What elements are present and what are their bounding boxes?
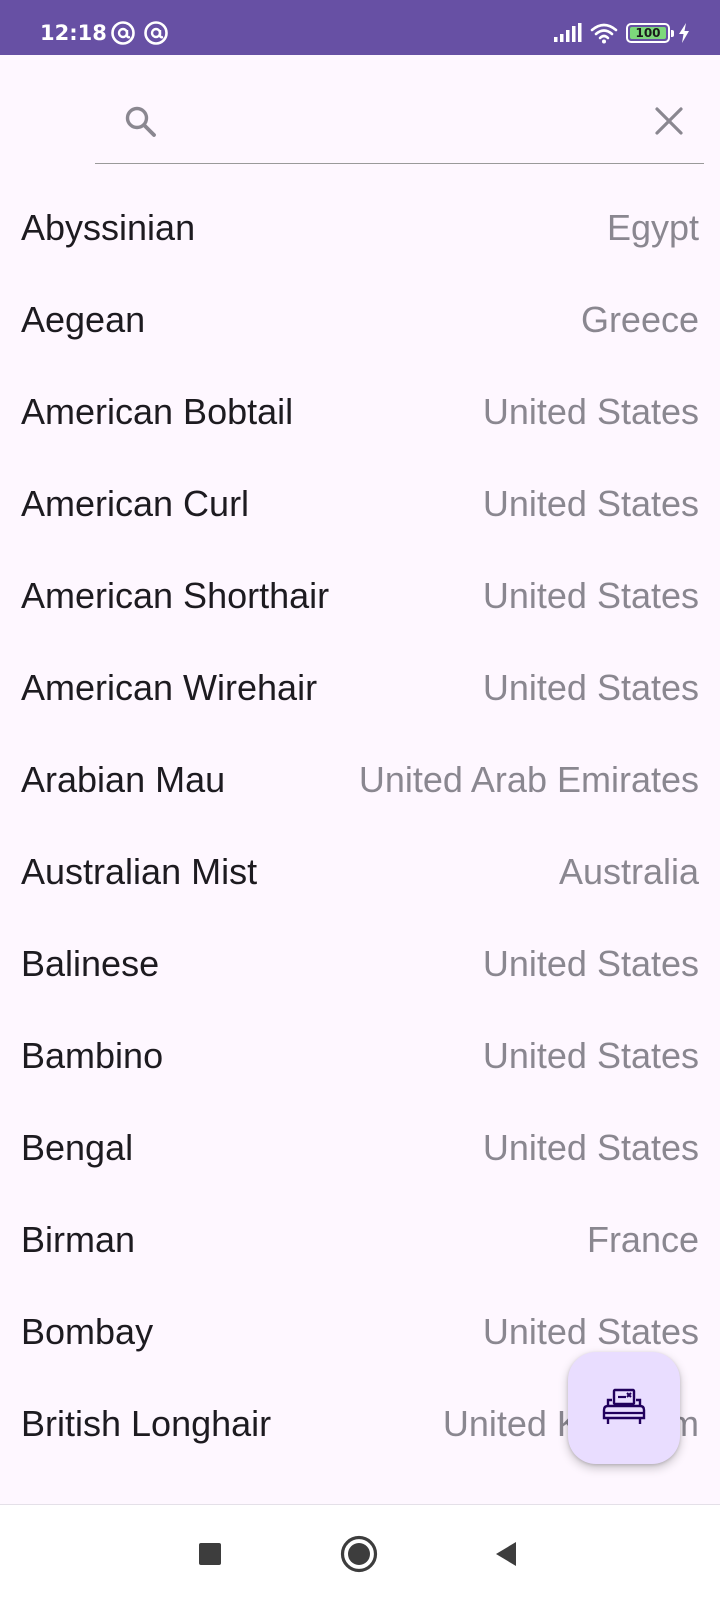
breed-name: British Longhair bbox=[21, 1403, 272, 1444]
signal-icon bbox=[554, 23, 582, 42]
breed-origin: United States bbox=[482, 667, 699, 708]
search-input[interactable] bbox=[175, 96, 619, 146]
battery-icon: 100 bbox=[626, 23, 674, 43]
breed-origin: United States bbox=[482, 1311, 699, 1352]
breed-name: American Curl bbox=[21, 483, 250, 524]
close-icon bbox=[655, 107, 683, 135]
breed-list: Abyssinian Egypt Aegean Greece American … bbox=[0, 186, 720, 1474]
at-sign-circle-icon bbox=[111, 21, 135, 45]
list-item[interactable]: Abyssinian Egypt bbox=[0, 186, 720, 278]
list-item[interactable]: American Shorthair United States bbox=[0, 554, 720, 646]
list-item[interactable]: American Bobtail United States bbox=[0, 370, 720, 462]
navigation-bar bbox=[0, 1504, 720, 1600]
list-item[interactable]: Bengal United States bbox=[0, 1106, 720, 1198]
breed-origin: United Arab Emirates bbox=[358, 759, 699, 800]
breed-origin: United States bbox=[482, 575, 699, 616]
list-item[interactable]: Birman France bbox=[0, 1198, 720, 1290]
breed-origin: France bbox=[586, 1219, 699, 1260]
status-icons: 100 bbox=[554, 20, 690, 46]
list-item[interactable]: Balinese United States bbox=[0, 922, 720, 1014]
recents-button[interactable] bbox=[199, 1543, 221, 1565]
breed-name: Bambino bbox=[21, 1035, 164, 1076]
breed-name: American Wirehair bbox=[21, 667, 318, 708]
battery-level: 100 bbox=[635, 26, 661, 40]
breed-name: Arabian Mau bbox=[21, 759, 226, 800]
breed-name: Aegean bbox=[21, 299, 146, 340]
list-item[interactable]: Australian Mist Australia bbox=[0, 830, 720, 922]
breed-origin: Australia bbox=[558, 851, 699, 892]
fab-button[interactable] bbox=[568, 1352, 680, 1464]
back-button[interactable] bbox=[494, 1541, 518, 1567]
breed-origin: United States bbox=[482, 483, 699, 524]
breed-name: Abyssinian bbox=[21, 207, 196, 248]
sofa-edit-icon bbox=[602, 1388, 646, 1424]
breed-name: Bengal bbox=[21, 1127, 134, 1168]
breed-name: Australian Mist bbox=[21, 851, 258, 892]
breed-origin: Egypt bbox=[606, 207, 699, 248]
charging-bolt-icon bbox=[679, 23, 689, 43]
breed-name: Birman bbox=[21, 1219, 136, 1260]
search-bar bbox=[95, 72, 704, 164]
list-item[interactable]: American Curl United States bbox=[0, 462, 720, 554]
breed-name: Balinese bbox=[21, 943, 160, 984]
breed-name: American Shorthair bbox=[21, 575, 330, 616]
breed-origin: United States bbox=[482, 943, 699, 984]
clear-search-button[interactable] bbox=[644, 96, 694, 146]
breed-origin: United States bbox=[482, 1035, 699, 1076]
at-sign-circle-icon bbox=[144, 21, 168, 45]
list-item[interactable]: Bambino United States bbox=[0, 1014, 720, 1106]
list-item[interactable]: Aegean Greece bbox=[0, 278, 720, 370]
breed-name: American Bobtail bbox=[21, 391, 294, 432]
status-time: 12:18 bbox=[40, 21, 107, 45]
list-item[interactable]: American Wirehair United States bbox=[0, 646, 720, 738]
wifi-icon bbox=[590, 23, 618, 44]
breed-origin: Greece bbox=[580, 299, 699, 340]
breed-origin: United States bbox=[482, 1127, 699, 1168]
list-item[interactable]: Arabian Mau United Arab Emirates bbox=[0, 738, 720, 830]
breed-origin: United States bbox=[482, 391, 699, 432]
search-icon bbox=[125, 106, 156, 137]
status-bar: 12:18 100 bbox=[0, 0, 720, 55]
home-button[interactable] bbox=[340, 1535, 378, 1573]
breed-name: Bombay bbox=[21, 1311, 154, 1352]
